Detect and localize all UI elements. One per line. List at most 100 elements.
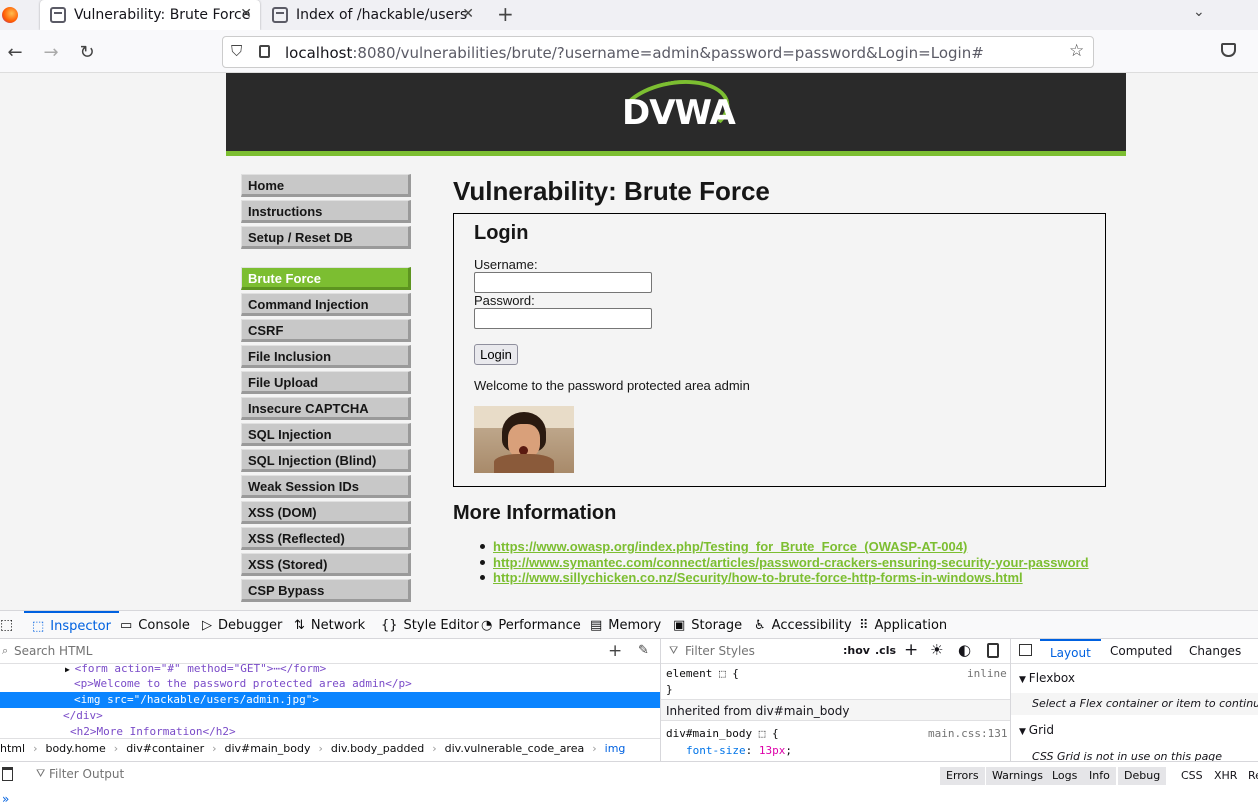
- filter-styles-bar: ⛛ Filter Styles :hov .cls + ☀ ◐: [661, 639, 1011, 664]
- pocket-icon[interactable]: [1221, 43, 1236, 57]
- cls-toggle[interactable]: .cls: [875, 644, 896, 657]
- menu-item-xss-stored[interactable]: XSS (Stored): [241, 553, 411, 576]
- light-scheme-icon[interactable]: ☀: [930, 641, 943, 659]
- dark-scheme-icon[interactable]: ◐: [958, 641, 971, 659]
- element-rule[interactable]: element ⬚ {: [666, 667, 739, 680]
- bullet: [480, 575, 485, 580]
- console-prompt-icon[interactable]: »: [2, 792, 9, 806]
- grid-section[interactable]: ▼ Grid: [1019, 723, 1054, 737]
- rule-source-link[interactable]: main.css:131: [928, 727, 1007, 740]
- tab-accessibility[interactable]: ♿ Accessibility: [754, 611, 852, 639]
- tab-index-users[interactable]: Index of /hackable/users ✕: [262, 0, 482, 30]
- sidebar-toggle-icon[interactable]: [1019, 644, 1032, 656]
- back-icon[interactable]: ←: [2, 39, 28, 65]
- tab-changes[interactable]: Changes: [1189, 644, 1241, 658]
- more-info-link[interactable]: http://www.symantec.com/connect/articles…: [493, 555, 1089, 570]
- list-tabs-chevron-icon[interactable]: ⌄: [1193, 4, 1205, 20]
- breadcrumb-item[interactable]: html: [0, 742, 25, 755]
- filter-requests-button[interactable]: Re: [1248, 769, 1258, 782]
- filter-xhr-button[interactable]: XHR: [1214, 769, 1237, 782]
- filter-errors-button[interactable]: Errors: [940, 767, 985, 785]
- menu-item-weak-session-ids[interactable]: Weak Session IDs: [241, 475, 411, 498]
- url-text: localhost:8080/vulnerabilities/brute/?us…: [285, 44, 984, 62]
- filter-logs-button[interactable]: Logs: [1046, 767, 1084, 785]
- hov-toggle[interactable]: :hov: [843, 644, 870, 657]
- breadcrumb-item[interactable]: div.body_padded: [331, 742, 424, 755]
- add-node-icon[interactable]: +: [608, 641, 622, 661]
- username-input[interactable]: [474, 272, 652, 293]
- markup-line[interactable]: </div>: [63, 709, 103, 722]
- tab-network[interactable]: ⇅ Network: [294, 611, 365, 639]
- menu-item-insecure-captcha[interactable]: Insecure CAPTCHA: [241, 397, 411, 420]
- menu-item-setup-reset-db[interactable]: Setup / Reset DB: [241, 226, 411, 249]
- shield-icon[interactable]: ⛉: [231, 42, 242, 60]
- menu-item-xss-reflected[interactable]: XSS (Reflected): [241, 527, 411, 550]
- markup-line[interactable]: ▶ <form action="#" method="GET">⋯</form>: [65, 662, 326, 675]
- filter-css-button[interactable]: CSS: [1181, 769, 1203, 782]
- tab-storage[interactable]: ▣ Storage: [673, 611, 742, 639]
- pick-element-icon[interactable]: ⬚: [0, 611, 13, 639]
- page-info-icon[interactable]: [259, 45, 270, 58]
- more-info-link[interactable]: http://www.sillychicken.co.nz/Security/h…: [493, 570, 1023, 585]
- breadcrumb-item[interactable]: div.vulnerable_code_area: [445, 742, 585, 755]
- tab-console[interactable]: ▭ Console: [120, 611, 190, 639]
- breadcrumb-item[interactable]: img: [605, 742, 626, 755]
- filter-output-input[interactable]: Filter Output: [49, 767, 124, 781]
- search-html-input[interactable]: ⌕ Search HTML + ✎: [0, 639, 660, 664]
- login-button[interactable]: Login: [474, 344, 518, 365]
- eyedropper-icon[interactable]: ✎: [638, 643, 649, 658]
- menu-item-sql-injection[interactable]: SQL Injection: [241, 423, 411, 446]
- forward-icon[interactable]: →: [38, 39, 64, 65]
- breadcrumb-item[interactable]: div#main_body: [225, 742, 311, 755]
- filter-styles-input[interactable]: Filter Styles: [685, 644, 755, 658]
- password-input[interactable]: [474, 308, 652, 329]
- menu-item-brute-force[interactable]: Brute Force: [241, 267, 411, 290]
- markup-line[interactable]: <h2>More Information</h2>: [70, 725, 236, 738]
- menu-item-file-upload[interactable]: File Upload: [241, 371, 411, 394]
- tab-performance[interactable]: ◔ Performance: [481, 611, 581, 639]
- login-heading: Login: [474, 222, 529, 244]
- firefox-icon[interactable]: [2, 7, 18, 23]
- breadcrumb-item[interactable]: body.home: [45, 742, 105, 755]
- filter-debug-button[interactable]: Debug: [1118, 767, 1167, 785]
- menu-item-home[interactable]: Home: [241, 174, 411, 197]
- trash-icon[interactable]: [2, 767, 13, 781]
- tab-computed[interactable]: Computed: [1110, 644, 1172, 658]
- close-tab-icon[interactable]: ✕: [462, 6, 474, 22]
- flexbox-section[interactable]: ▼ Flexbox: [1019, 671, 1075, 685]
- menu-item-command-injection[interactable]: Command Injection: [241, 293, 411, 316]
- tab-memory[interactable]: ▤ Memory: [590, 611, 661, 639]
- add-rule-icon[interactable]: +: [904, 640, 918, 660]
- print-media-icon[interactable]: [987, 643, 999, 658]
- search-icon: ⌕: [2, 644, 9, 657]
- menu-item-csp-bypass[interactable]: CSP Bypass: [241, 579, 411, 602]
- grid-note: CSS Grid is not in use on this page: [1032, 750, 1223, 761]
- console-icon: ▭: [120, 617, 133, 633]
- menu-item-csrf[interactable]: CSRF: [241, 319, 411, 342]
- tab-title: Vulnerability: Brute Force: [74, 7, 251, 23]
- url-bar[interactable]: ⛉ localhost:8080/vulnerabilities/brute/?…: [222, 36, 1094, 68]
- menu-item-file-inclusion[interactable]: File Inclusion: [241, 345, 411, 368]
- more-info-link[interactable]: https://www.owasp.org/index.php/Testing_…: [493, 539, 967, 554]
- tab-application[interactable]: ⠿ Application: [859, 611, 947, 639]
- rule-declaration[interactable]: font-size: 13px;: [686, 744, 792, 757]
- rule-selector[interactable]: div#main_body ⬚ {: [666, 727, 779, 740]
- filter-warnings-button[interactable]: Warnings: [986, 767, 1049, 785]
- new-tab-icon[interactable]: +: [497, 2, 514, 26]
- menu-item-xss-dom[interactable]: XSS (DOM): [241, 501, 411, 524]
- tab-brute-force[interactable]: Vulnerability: Brute Force ✕: [40, 0, 260, 30]
- tab-debugger[interactable]: ▷ Debugger: [202, 611, 282, 639]
- filter-info-button[interactable]: Info: [1083, 767, 1116, 785]
- reload-icon[interactable]: ↻: [74, 39, 100, 65]
- close-tab-icon[interactable]: ✕: [240, 6, 252, 22]
- markup-line-selected[interactable]: <img src="/hackable/users/admin.jpg">: [74, 693, 319, 706]
- markup-line[interactable]: <p>Welcome to the password protected are…: [74, 677, 412, 690]
- tab-style-editor[interactable]: {} Style Editor: [381, 611, 479, 639]
- tab-layout[interactable]: Layout: [1040, 639, 1101, 664]
- menu-item-sql-injection-blind[interactable]: SQL Injection (Blind): [241, 449, 411, 472]
- tab-inspector[interactable]: ⬚ Inspector: [24, 611, 119, 639]
- menu-item-instructions[interactable]: Instructions: [241, 200, 411, 223]
- bookmark-star-icon[interactable]: ☆: [1069, 41, 1084, 61]
- breadcrumb-item[interactable]: div#container: [126, 742, 204, 755]
- devtools-panel: ⌕ Search HTML + ✎ ▶ <form action="#" met…: [0, 639, 1258, 761]
